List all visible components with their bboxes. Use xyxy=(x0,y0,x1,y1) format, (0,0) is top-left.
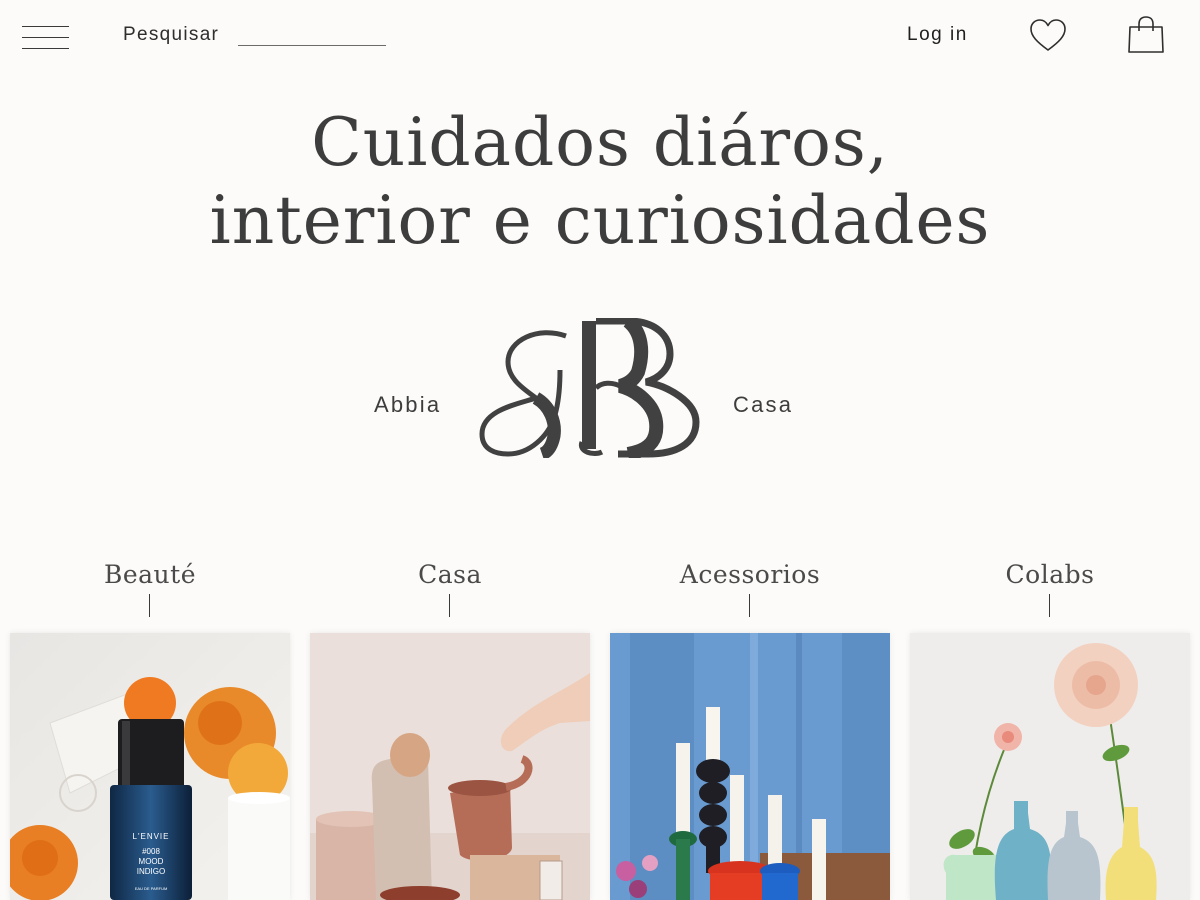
category-divider xyxy=(749,594,750,617)
category-image-casa[interactable] xyxy=(310,633,590,900)
site-header: Pesquisar Log in xyxy=(0,0,1200,76)
category-acessorios[interactable]: Acessorios xyxy=(610,560,890,900)
hero-title-line-2: interior e curiosidades xyxy=(209,182,991,259)
category-label[interactable]: Colabs xyxy=(910,560,1190,589)
brand-name-right: Casa xyxy=(733,392,794,417)
hero-title: Cuidados diáros, interior e curiosidades xyxy=(0,104,1200,260)
category-beaute[interactable]: Beauté L'ENVIE #008 MOOD INDIGO EAU DE P… xyxy=(10,560,290,900)
category-divider xyxy=(149,594,150,617)
category-image-colabs[interactable] xyxy=(910,633,1190,900)
login-link[interactable]: Log in xyxy=(907,24,968,46)
ab-monogram-logo[interactable] xyxy=(478,315,702,461)
search-label: Pesquisar xyxy=(123,24,220,45)
category-divider xyxy=(1049,594,1050,617)
category-casa[interactable]: Casa xyxy=(310,560,590,900)
perfume-type-text: EAU DE PARFUM xyxy=(135,886,168,891)
category-image-beaute[interactable]: L'ENVIE #008 MOOD INDIGO EAU DE PARFUM xyxy=(10,633,290,900)
heart-icon[interactable] xyxy=(1029,18,1067,54)
brand-name-left: Abbia xyxy=(374,392,442,417)
category-label[interactable]: Acessorios xyxy=(610,560,890,589)
category-label[interactable]: Casa xyxy=(310,560,590,589)
category-image-acessorios[interactable] xyxy=(610,633,890,900)
perfume-name-text: MOOD xyxy=(139,857,164,866)
category-label[interactable]: Beauté xyxy=(10,560,290,589)
perfume-brand-text: L'ENVIE xyxy=(133,832,170,841)
hero-title-line-1: Cuidados diáros, xyxy=(311,104,889,181)
perfume-variant-text: INDIGO xyxy=(137,867,165,876)
category-divider xyxy=(449,594,450,617)
search-input[interactable] xyxy=(238,22,386,46)
category-colabs[interactable]: Colabs xyxy=(910,560,1190,900)
perfume-number-text: #008 xyxy=(142,847,160,856)
hamburger-menu-icon[interactable] xyxy=(22,24,70,52)
shopping-bag-icon[interactable] xyxy=(1127,15,1165,55)
